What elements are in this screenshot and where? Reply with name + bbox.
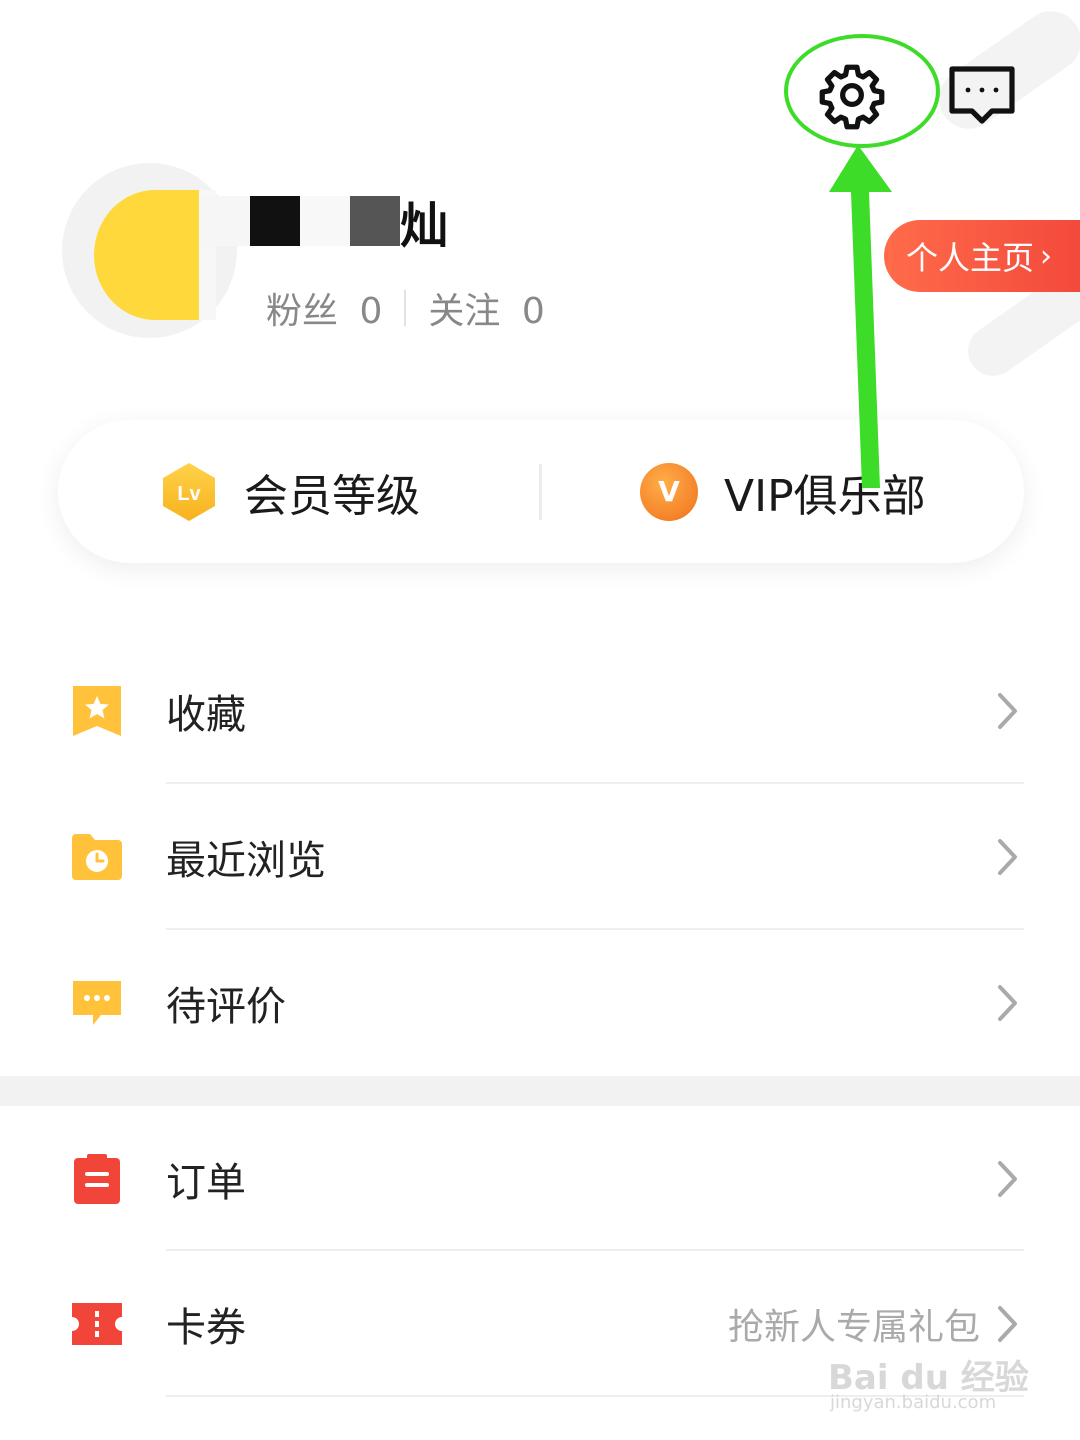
list-item-favorites[interactable]: 收藏 xyxy=(0,638,1080,784)
watermark-url: jingyan.baidu.com xyxy=(830,1392,997,1413)
vip-club-entry[interactable]: V VIP俱乐部 xyxy=(640,420,926,563)
bookmark-star-icon xyxy=(70,684,124,738)
fans-stat[interactable]: 粉丝 0 xyxy=(266,282,382,334)
section-separator xyxy=(0,1076,1080,1106)
redaction-block xyxy=(200,196,250,246)
following-stat[interactable]: 关注 0 xyxy=(428,282,544,334)
username: 灿 xyxy=(400,198,449,254)
fans-count: 0 xyxy=(359,291,383,332)
chevron-right-icon xyxy=(996,1304,1020,1344)
chevron-right-icon xyxy=(996,691,1020,731)
redaction-block xyxy=(350,196,400,246)
chat-bubble-icon xyxy=(949,66,1015,124)
redaction-block xyxy=(300,196,350,246)
homepage-label: 个人主页 xyxy=(906,239,1035,277)
vip-badge-icon: V xyxy=(640,462,698,521)
chevron-right-icon xyxy=(996,837,1020,877)
level-badge-icon: Lv xyxy=(160,461,218,523)
chevron-right-icon xyxy=(996,983,1020,1023)
redaction-block xyxy=(250,196,300,246)
username-area: 灿 xyxy=(200,190,448,254)
folder-clock-icon xyxy=(70,830,124,884)
coupon-promo-hint: 抢新人专属礼包 xyxy=(727,1307,980,1348)
list-item-label: 最近浏览 xyxy=(166,838,326,884)
member-level-entry[interactable]: Lv 会员等级 xyxy=(160,420,420,563)
message-button[interactable] xyxy=(942,55,1022,135)
list-item-label: 订单 xyxy=(166,1160,246,1206)
profile-stats: 粉丝 0 关注 0 xyxy=(266,282,545,334)
fans-label: 粉丝 xyxy=(266,291,339,332)
comment-dots-icon xyxy=(70,976,124,1030)
chevron-right-icon xyxy=(996,1159,1020,1199)
list-item-label: 收藏 xyxy=(166,692,246,738)
list-item-orders[interactable]: 订单 xyxy=(0,1106,1080,1252)
svg-text:Lv: Lv xyxy=(177,483,201,505)
member-card-divider xyxy=(539,464,542,520)
following-label: 关注 xyxy=(428,291,501,332)
settings-highlight-ring xyxy=(784,34,940,148)
member-level-label: 会员等级 xyxy=(244,470,420,522)
list-item-label: 待评价 xyxy=(166,984,286,1030)
following-count: 0 xyxy=(521,291,545,332)
ticket-icon xyxy=(70,1297,124,1351)
member-card: Lv 会员等级 V VIP俱乐部 xyxy=(58,420,1024,563)
chevron-right-icon: › xyxy=(1040,238,1053,274)
clipboard-icon xyxy=(70,1152,124,1206)
vip-club-label: VIP俱乐部 xyxy=(724,470,926,522)
list-item-label: 卡券 xyxy=(166,1305,246,1351)
stat-divider xyxy=(404,290,407,326)
list-item-recent[interactable]: 最近浏览 xyxy=(0,784,1080,930)
list-item-pending-review[interactable]: 待评价 xyxy=(0,930,1080,1076)
personal-homepage-button[interactable]: 个人主页 › xyxy=(884,220,1080,292)
avatar[interactable] xyxy=(94,190,216,320)
